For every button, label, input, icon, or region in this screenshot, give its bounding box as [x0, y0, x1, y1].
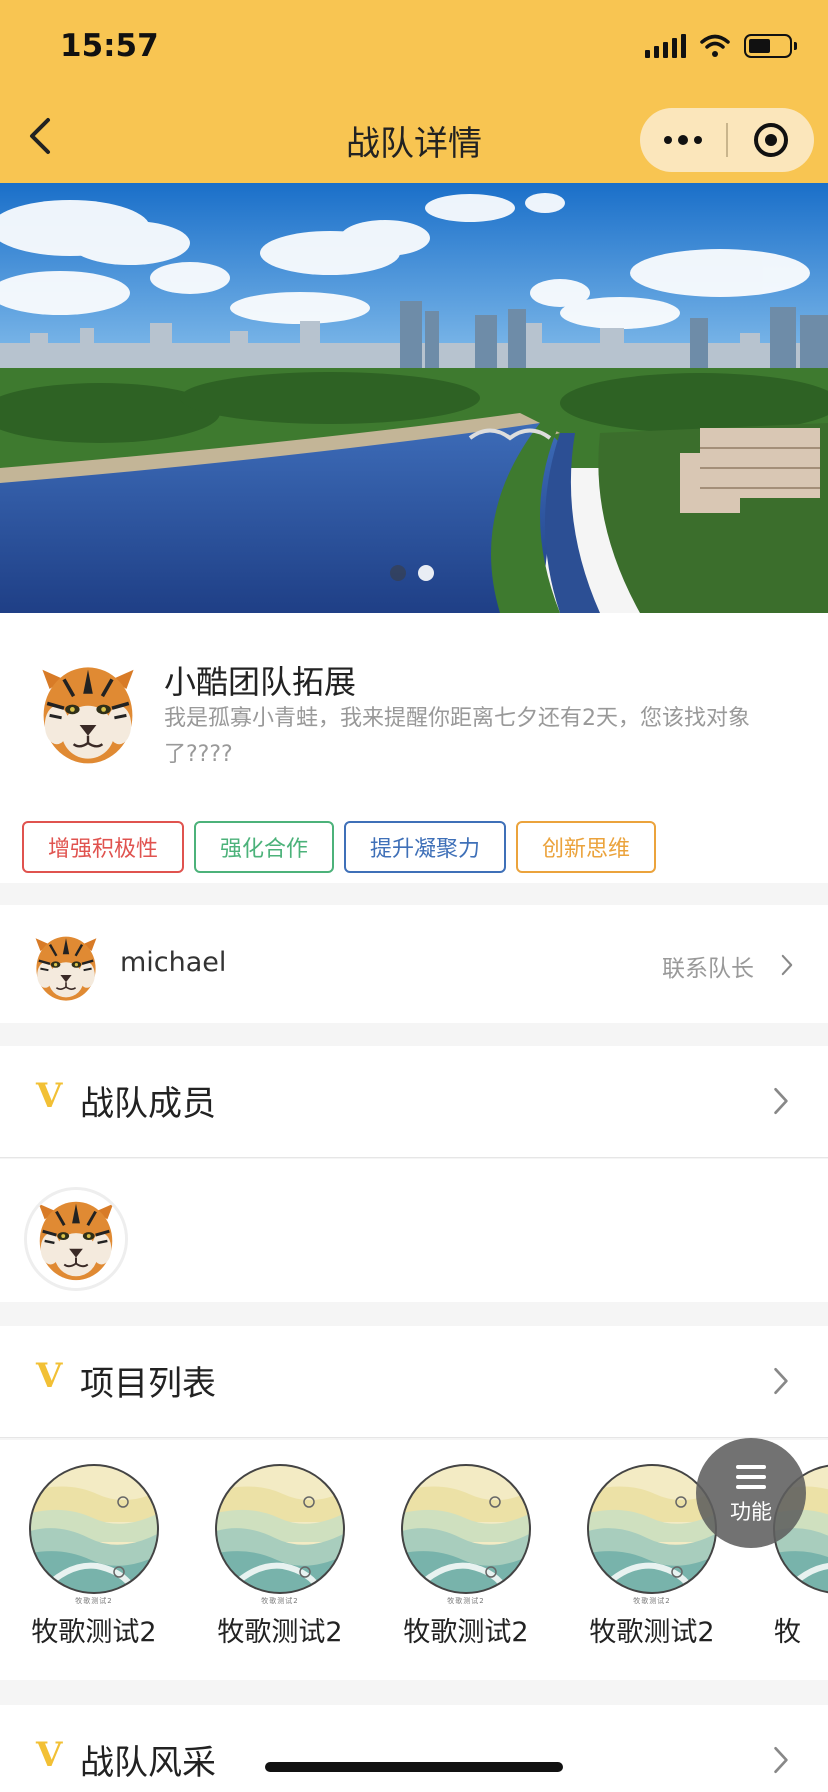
- chevron-right-icon: [772, 1086, 790, 1116]
- project-name: 牧歌测试2: [217, 1617, 343, 1648]
- team-avatar: [28, 653, 148, 773]
- style-section-header[interactable]: V 战队风采: [0, 1705, 828, 1792]
- section-title: 战队风采: [80, 1743, 216, 1783]
- status-time: 15:57: [60, 28, 159, 64]
- section-title: 项目列表: [80, 1364, 216, 1404]
- tag-chip: 提升凝聚力: [344, 821, 507, 873]
- battery-icon: [744, 34, 797, 58]
- header-bar: 15:57 战队详情: [0, 0, 828, 183]
- tag-chip: 增强积极性: [22, 821, 185, 873]
- fab-label: 功能: [730, 1500, 772, 1524]
- member-avatar[interactable]: [24, 1187, 128, 1291]
- carousel-dot[interactable]: [418, 565, 434, 581]
- battery-level: [749, 39, 770, 53]
- v-mark-icon: V: [36, 1356, 63, 1396]
- leader-name: michael: [120, 947, 227, 978]
- team-name: 小酷团队拓展: [164, 663, 357, 701]
- target-icon[interactable]: [728, 108, 814, 172]
- wifi-icon: [700, 34, 730, 57]
- more-icon[interactable]: [640, 108, 726, 172]
- tag-list: 增强积极性 强化合作 提升凝聚力 创新思维: [22, 821, 657, 873]
- members-section-header[interactable]: V 战队成员: [0, 1046, 828, 1158]
- project-item[interactable]: 牧歌测试2 牧歌测试2: [200, 1462, 360, 1649]
- leader-avatar: [26, 927, 106, 1007]
- project-item[interactable]: 牧歌测试2 牧歌测试2: [14, 1462, 174, 1649]
- v-mark-icon: V: [36, 1735, 63, 1775]
- carousel-indicator: [390, 565, 434, 581]
- tag-chip: 强化合作: [194, 821, 335, 873]
- projects-section-header[interactable]: V 项目列表: [0, 1326, 828, 1438]
- miniprogram-capsule: [640, 108, 814, 172]
- team-description: 我是孤寡小青蛙，我来提醒你距离七夕还有2天，您该找对象了????: [164, 706, 750, 767]
- status-icons: [645, 34, 797, 58]
- project-name: 牧歌测试2: [589, 1617, 715, 1648]
- tiger-avatar: [27, 1190, 125, 1288]
- project-caption: 牧歌测试2: [447, 1597, 485, 1605]
- project-caption: 牧歌测试2: [633, 1597, 671, 1605]
- v-mark-icon: V: [36, 1076, 63, 1116]
- function-fab[interactable]: 功能: [696, 1438, 806, 1548]
- chevron-right-icon: [772, 1745, 790, 1775]
- landscape-thumb: [27, 1462, 161, 1596]
- banner-carousel[interactable]: [0, 183, 828, 613]
- chevron-right-icon: [772, 1366, 790, 1396]
- contact-leader-link[interactable]: 联系队长: [662, 949, 754, 983]
- leader-row[interactable]: michael 联系队长: [0, 905, 828, 1023]
- tag-chip: 创新思维: [516, 821, 657, 873]
- project-caption: 牧歌测试2: [75, 1597, 113, 1605]
- landscape-thumb: [399, 1462, 533, 1596]
- project-caption: 牧: [758, 1596, 828, 1608]
- section-title: 战队成员: [80, 1084, 216, 1124]
- project-name: 牧歌测试2: [31, 1617, 157, 1648]
- home-indicator: [265, 1762, 563, 1772]
- signal-icon: [645, 34, 686, 58]
- project-item[interactable]: 牧歌测试2 牧歌测试2: [386, 1462, 546, 1649]
- chevron-right-icon: [780, 953, 794, 977]
- team-info-card: 小酷团队拓展 我是孤寡小青蛙，我来提醒你距离七夕还有2天，您该找对象了???? …: [0, 613, 828, 883]
- landscape-thumb: [213, 1462, 347, 1596]
- project-name: 牧歌测试2: [403, 1617, 529, 1648]
- banner-image: [0, 183, 828, 613]
- carousel-dot[interactable]: [390, 565, 406, 581]
- members-list: [0, 1159, 828, 1302]
- menu-icon: [736, 1465, 766, 1489]
- project-name: 牧: [774, 1617, 801, 1648]
- project-caption: 牧歌测试2: [261, 1597, 299, 1605]
